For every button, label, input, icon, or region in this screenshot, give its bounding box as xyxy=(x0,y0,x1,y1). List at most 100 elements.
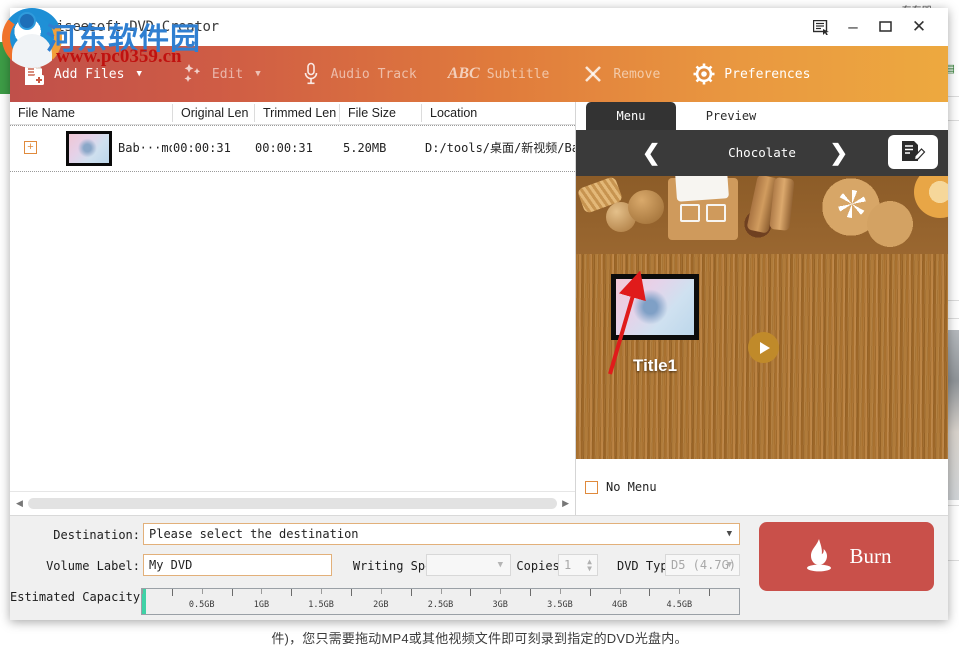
copies-stepper[interactable]: 1 ▲▼ xyxy=(558,554,598,576)
column-header-original-len[interactable]: Original Len xyxy=(173,102,255,124)
burn-button[interactable]: Burn xyxy=(759,522,934,591)
maximize-button[interactable] xyxy=(872,16,898,38)
play-button[interactable] xyxy=(748,332,779,363)
chevron-down-icon[interactable]: ▼ xyxy=(498,560,503,570)
flame-icon xyxy=(802,538,836,576)
menu-title-label[interactable]: Title1 xyxy=(633,356,677,376)
file-list-rows: + Bab···mov 00:00:31 00:00:31 5.20MB D:/… xyxy=(10,125,575,493)
cell-trimmed-len: 00:00:31 xyxy=(255,126,340,171)
stepper-arrows-icon[interactable]: ▲▼ xyxy=(587,558,592,572)
gear-icon xyxy=(690,61,718,87)
capacity-tick-label: 0.5GB xyxy=(189,600,215,610)
decor-house-window xyxy=(706,204,726,222)
close-button[interactable]: ✕ xyxy=(906,16,932,38)
table-row[interactable]: + Bab···mov 00:00:31 00:00:31 5.20MB D:/… xyxy=(10,125,575,172)
tab-preview[interactable]: Preview xyxy=(688,102,774,130)
volume-label-input[interactable]: My DVD xyxy=(143,554,332,576)
main-content: File Name Original Len Trimmed Len File … xyxy=(10,102,948,515)
decor-top-band xyxy=(576,176,948,254)
decor-house-window xyxy=(680,204,700,222)
volume-label-label: Volume Label: xyxy=(30,559,140,573)
audio-track-button[interactable]: Audio Track xyxy=(287,46,421,102)
edit-caret-down-icon[interactable]: ▼ xyxy=(255,69,260,79)
edit-stars-icon xyxy=(178,61,206,87)
capacity-tick-minor xyxy=(500,589,501,594)
menu-title-thumbnail[interactable] xyxy=(611,274,699,340)
watermark-site-url: www.pc0359.cn xyxy=(56,46,182,68)
expand-row-icon[interactable]: + xyxy=(24,141,37,154)
capacity-tick-label: 3.5GB xyxy=(547,600,573,610)
edit-menu-button[interactable] xyxy=(888,135,938,169)
column-header-file-name[interactable]: File Name xyxy=(10,102,173,124)
capacity-tick-minor xyxy=(381,589,382,594)
row-thumbnail[interactable] xyxy=(66,131,112,166)
capacity-tick-major xyxy=(470,589,471,596)
cell-original-len: 00:00:31 xyxy=(173,126,255,171)
next-template-arrow-icon[interactable]: ❯ xyxy=(830,140,848,166)
scroll-right-arrow-icon[interactable]: ▶ xyxy=(562,498,569,509)
estimated-capacity-bar[interactable]: 0.5GB1GB1.5GB2GB2.5GB3GB3.5GB4GB4.5GB xyxy=(141,588,740,615)
file-list-header: File Name Original Len Trimmed Len File … xyxy=(10,102,575,125)
column-header-file-size[interactable]: File Size xyxy=(340,102,422,124)
file-list-panel: File Name Original Len Trimmed Len File … xyxy=(10,102,575,515)
decor-orange-slice xyxy=(914,176,948,218)
decor-nut xyxy=(628,190,664,224)
destination-select[interactable]: Please select the destination ▼ xyxy=(143,523,740,545)
column-header-location[interactable]: Location xyxy=(422,102,575,124)
dvd-type-select[interactable]: D5 (4.7G) ▼ xyxy=(665,554,740,576)
scroll-left-arrow-icon[interactable]: ◀ xyxy=(16,498,23,509)
file-list-horizontal-scrollbar[interactable]: ◀ ▶ xyxy=(10,491,575,515)
cell-file-size: 5.20MB xyxy=(343,126,422,171)
writing-speed-select[interactable]: ▼ xyxy=(426,554,511,576)
capacity-tick-minor xyxy=(261,589,262,594)
capacity-tick-label: 4GB xyxy=(612,600,627,610)
scrollbar-track[interactable] xyxy=(28,498,557,509)
subtitle-label: Subtitle xyxy=(487,67,550,82)
chevron-down-icon[interactable]: ▼ xyxy=(727,529,732,539)
column-header-trimmed-len[interactable]: Trimmed Len xyxy=(255,102,340,124)
previous-template-arrow-icon[interactable]: ❮ xyxy=(642,140,660,166)
play-icon xyxy=(760,342,770,354)
capacity-tick-major xyxy=(590,589,591,596)
destination-value: Please select the destination xyxy=(149,527,359,541)
capacity-tick-label: 2.5GB xyxy=(428,600,454,610)
capacity-tick-major xyxy=(649,589,650,596)
capacity-tick-minor xyxy=(620,589,621,594)
preview-tabs: Menu Preview xyxy=(576,102,948,130)
decor-snowflake-icing xyxy=(838,190,866,218)
minimize-button[interactable]: – xyxy=(840,16,866,38)
register-icon[interactable] xyxy=(808,16,834,38)
no-menu-checkbox[interactable] xyxy=(585,481,598,494)
cell-file-name: Bab···mov xyxy=(118,126,172,171)
remove-button[interactable]: Remove xyxy=(569,46,664,102)
capacity-tick-minor xyxy=(441,589,442,594)
capacity-tick-major xyxy=(291,589,292,596)
decor-snowflake-cookie xyxy=(862,198,918,250)
chevron-down-icon[interactable]: ▼ xyxy=(727,560,732,570)
application-window: Aiseesoft DVD Creator – ✕ xyxy=(10,8,948,620)
abc-icon: ABC xyxy=(447,61,481,87)
remove-label: Remove xyxy=(613,67,660,82)
no-menu-label[interactable]: No Menu xyxy=(606,480,657,494)
capacity-tick-major xyxy=(351,589,352,596)
background-bottom-text: 件)，您只需要拖动MP4或其他视频文件即可刻录到指定的DVD光盘内。 xyxy=(0,628,959,647)
add-files-label: Add Files xyxy=(54,67,124,82)
scrollbar-thumb[interactable] xyxy=(28,498,557,509)
capacity-tick-label: 1.5GB xyxy=(308,600,334,610)
add-files-caret-down-icon[interactable]: ▼ xyxy=(136,69,141,79)
subtitle-button[interactable]: ABC Subtitle xyxy=(437,46,554,102)
decor-cinnamon-sticks xyxy=(769,177,794,231)
capacity-tick-label: 2GB xyxy=(373,600,388,610)
capacity-tick-minor xyxy=(679,589,680,594)
estimated-capacity-label: Estimated Capacity: xyxy=(10,590,140,604)
menu-template-bar: Chocolate ❮ ❯ xyxy=(576,130,948,176)
preferences-label: Preferences xyxy=(724,67,810,82)
capacity-tick-major xyxy=(530,589,531,596)
capacity-tick-minor xyxy=(321,589,322,594)
tab-menu[interactable]: Menu xyxy=(586,102,676,130)
capacity-tick-major xyxy=(709,589,710,596)
menu-preview-stage[interactable]: Title1 xyxy=(576,176,948,459)
preferences-button[interactable]: Preferences xyxy=(680,46,814,102)
edit-label: Edit xyxy=(212,67,243,82)
audio-track-label: Audio Track xyxy=(331,67,417,82)
